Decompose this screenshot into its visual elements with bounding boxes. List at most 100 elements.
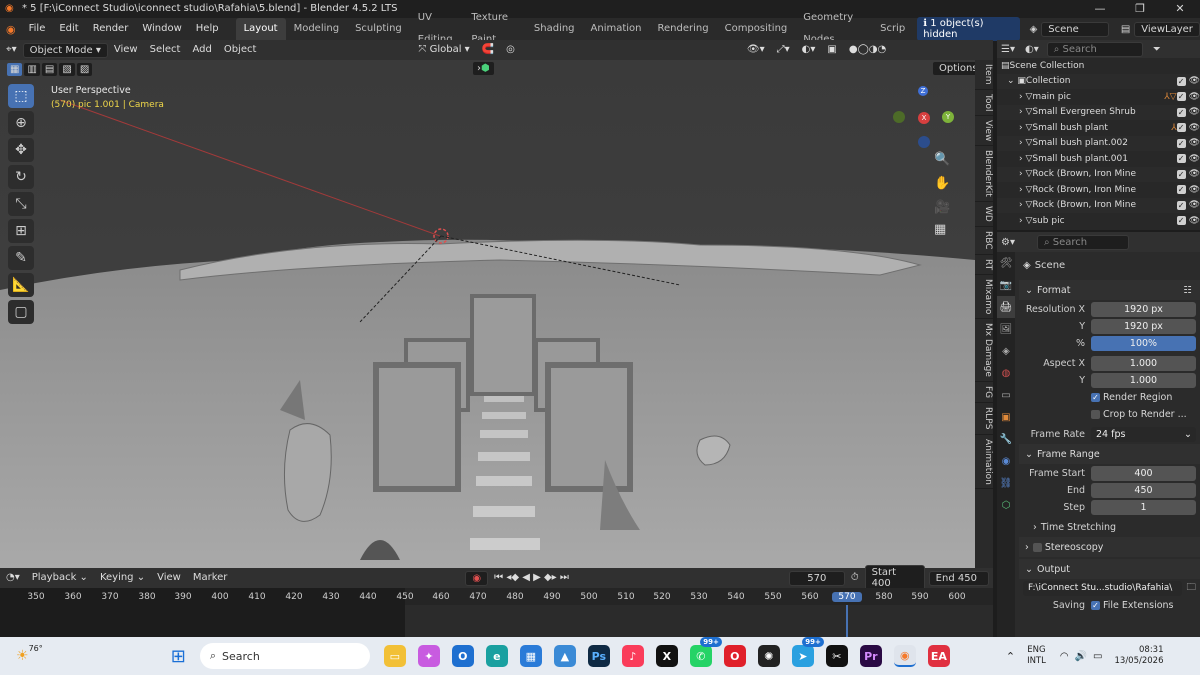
blender-menu-icon[interactable]: ◉ bbox=[0, 23, 22, 36]
timeline-editor-icon[interactable]: ◔▾ bbox=[0, 568, 26, 588]
zoom-icon[interactable]: 🔍 bbox=[934, 152, 950, 167]
format-panel-header[interactable]: ⌄ Format ☷ bbox=[1019, 280, 1200, 300]
eye-icon[interactable]: 👁 bbox=[1189, 154, 1200, 164]
outliner-item[interactable]: › ▽ Small Evergreen Shrub ✓ 👁 bbox=[997, 104, 1200, 120]
viewport-menu-view[interactable]: View bbox=[108, 40, 144, 60]
outliner-item[interactable]: › ▽ sub pic ✓ 👁 bbox=[997, 213, 1200, 229]
3d-viewport[interactable]: User Perspective (570) pic 1.001 | Camer… bbox=[0, 60, 975, 568]
capcut-icon[interactable]: ✂ bbox=[825, 645, 848, 667]
rotate-tool-icon[interactable]: ↻ bbox=[8, 165, 34, 189]
ntab-rt[interactable]: RT bbox=[975, 255, 993, 275]
select-invert-icon[interactable]: ▧ bbox=[58, 62, 76, 77]
resolution-x-field[interactable]: 1920 px bbox=[1091, 301, 1196, 317]
outliner-item[interactable]: › ▽ Small bush plant.002 ✓ 👁 bbox=[997, 135, 1200, 151]
measure-tool-icon[interactable]: 📐 bbox=[8, 273, 34, 297]
eye-icon[interactable]: 👁 bbox=[1189, 107, 1200, 117]
wifi-icon[interactable]: ◠ bbox=[1060, 651, 1069, 662]
eye-icon[interactable]: 👁 bbox=[1189, 92, 1200, 102]
transform-orientation[interactable]: ⤧ Global ▾ bbox=[412, 40, 475, 60]
view-layer-props-icon[interactable]: 🖼 bbox=[997, 318, 1015, 340]
tab-modeling[interactable]: Modeling bbox=[286, 18, 348, 40]
collection-props-icon[interactable]: ▭ bbox=[997, 384, 1015, 406]
timeline-menu-marker[interactable]: Marker bbox=[187, 568, 234, 588]
output-path-field[interactable]: F:\iConnect Stu...studio\Rafahia\ bbox=[1023, 580, 1183, 596]
proportional-icon[interactable]: ◎ bbox=[500, 40, 521, 60]
record-button[interactable]: ◉ bbox=[465, 570, 489, 586]
minimize-icon[interactable]: — bbox=[1080, 0, 1120, 18]
eye-icon[interactable]: 👁 bbox=[1189, 185, 1200, 195]
taskbar-search[interactable]: ⌕ Search bbox=[199, 643, 370, 669]
select-extend-icon[interactable]: ▥ bbox=[23, 62, 41, 77]
tab-rendering[interactable]: Rendering bbox=[650, 18, 717, 40]
photos-icon[interactable]: ▲ bbox=[553, 645, 576, 667]
shading-solid-icon[interactable]: ●◯◑◔ bbox=[843, 40, 892, 60]
ntab-view[interactable]: View bbox=[975, 116, 993, 147]
ntab-wd[interactable]: WD bbox=[975, 202, 993, 227]
playhead-line[interactable] bbox=[846, 605, 848, 637]
select-box-icon[interactable]: ▦ bbox=[6, 62, 24, 77]
current-frame-field[interactable]: 570 bbox=[788, 570, 845, 586]
folder-icon[interactable]: 🗀 bbox=[1186, 580, 1196, 596]
move-tool-icon[interactable]: ✥ bbox=[8, 138, 34, 162]
data-props-icon[interactable]: ⬡ bbox=[997, 494, 1015, 516]
outlook-icon[interactable]: O bbox=[451, 645, 474, 667]
file-explorer-icon[interactable]: ▭ bbox=[383, 645, 406, 667]
playhead-label[interactable]: 570 bbox=[832, 592, 862, 602]
tray-chevron-icon[interactable]: ⌃ bbox=[1006, 650, 1015, 663]
outliner-item[interactable]: › ▽ main pic ⅄▽ ✓ 👁 bbox=[997, 89, 1200, 105]
visibility-icon[interactable]: 👁▾ bbox=[741, 40, 771, 60]
camera-view-icon[interactable]: 🎥 bbox=[934, 200, 950, 215]
playback-controls[interactable]: ⏮ ◂◆ ◀ ▶ ◆▸ ⏭ bbox=[488, 568, 575, 588]
frame-rate-dropdown[interactable]: 24 fps ⌄ bbox=[1091, 426, 1196, 442]
frame-end-field[interactable]: 450 bbox=[1091, 482, 1196, 498]
frame-range-panel-header[interactable]: ⌄ Frame Range bbox=[1019, 444, 1200, 464]
ntab-mx-damage[interactable]: Mx Damage bbox=[975, 319, 993, 382]
view-layer-selector[interactable]: ViewLayer bbox=[1134, 21, 1200, 37]
snap-icon[interactable]: 🧲 bbox=[476, 40, 500, 60]
close-icon[interactable]: ✕ bbox=[1160, 0, 1200, 18]
add-cube-tool-icon[interactable]: ▢ bbox=[8, 300, 34, 324]
windows-start-icon[interactable]: ⊞ bbox=[171, 646, 186, 667]
hidden-objects-notice[interactable]: ℹ 1 object(s) hidden bbox=[917, 17, 1020, 41]
annotate-tool-icon[interactable]: ✎ bbox=[8, 246, 34, 270]
tab-scripting[interactable]: Scrip bbox=[872, 18, 913, 40]
viewport-menu-select[interactable]: Select bbox=[144, 40, 187, 60]
blender-taskbar-icon[interactable]: ◉ bbox=[893, 645, 916, 667]
timeline-end-field[interactable]: End 450 bbox=[928, 570, 989, 586]
timeline-menu-playback[interactable]: Playback ⌄ bbox=[26, 568, 94, 588]
presets-icon[interactable]: ☷ bbox=[1183, 285, 1192, 296]
premiere-icon[interactable]: Pr bbox=[859, 645, 882, 667]
scale-tool-icon[interactable]: ⤡ bbox=[8, 192, 34, 216]
chatgpt-icon[interactable]: ✺ bbox=[757, 645, 780, 667]
ntab-tool[interactable]: Tool bbox=[975, 90, 993, 116]
eye-icon[interactable]: 👁 bbox=[1189, 200, 1200, 210]
pan-hand-icon[interactable]: ✋ bbox=[934, 176, 950, 191]
photoshop-icon[interactable]: Ps bbox=[587, 645, 610, 667]
overlay-icon[interactable]: ◐▾ bbox=[796, 40, 822, 60]
gizmo-y-icon[interactable]: Y bbox=[942, 111, 954, 123]
transform-tool-icon[interactable]: ⊞ bbox=[8, 219, 34, 243]
tab-shading[interactable]: Shading bbox=[526, 18, 583, 40]
outliner-item[interactable]: › ▽ Rock (Brown, Iron Mine ✓ 👁 bbox=[997, 182, 1200, 198]
outliner-item[interactable]: › ▽ Small bush plant ⅄ ✓ 👁 bbox=[997, 120, 1200, 136]
music-icon[interactable]: ♪ bbox=[621, 645, 644, 667]
whatsapp-icon[interactable]: ✆ 99+ bbox=[689, 637, 722, 667]
volume-icon[interactable]: 🔊 bbox=[1075, 651, 1087, 662]
gizmo-z-icon[interactable]: Z bbox=[918, 86, 928, 96]
mode-selector[interactable]: Object Mode ▾ bbox=[22, 42, 108, 58]
tab-animation[interactable]: Animation bbox=[583, 18, 650, 40]
battery-icon[interactable]: ▭ bbox=[1093, 651, 1102, 662]
stopwatch-icon[interactable]: ⏱ bbox=[845, 568, 865, 588]
resolution-percent-field[interactable]: 100% bbox=[1091, 335, 1196, 351]
object-props-icon[interactable]: ▣ bbox=[997, 406, 1015, 428]
ntab-fg[interactable]: FG bbox=[975, 382, 993, 404]
resolution-y-field[interactable]: 1920 px bbox=[1091, 318, 1196, 334]
frame-step-field[interactable]: 1 bbox=[1091, 499, 1196, 515]
weather-icon[interactable]: ☀ bbox=[16, 648, 29, 664]
filter-icon[interactable]: ⏷ bbox=[1153, 44, 1161, 55]
ntab-rlps[interactable]: RLPS bbox=[975, 403, 993, 435]
stereoscopy-panel-header[interactable]: › Stereoscopy bbox=[1019, 537, 1200, 557]
menu-render[interactable]: Render bbox=[86, 18, 136, 40]
gizmo-icon[interactable]: ⤢▾ bbox=[771, 40, 796, 60]
crop-checkbox[interactable]: Crop to Render ... bbox=[1019, 406, 1200, 422]
